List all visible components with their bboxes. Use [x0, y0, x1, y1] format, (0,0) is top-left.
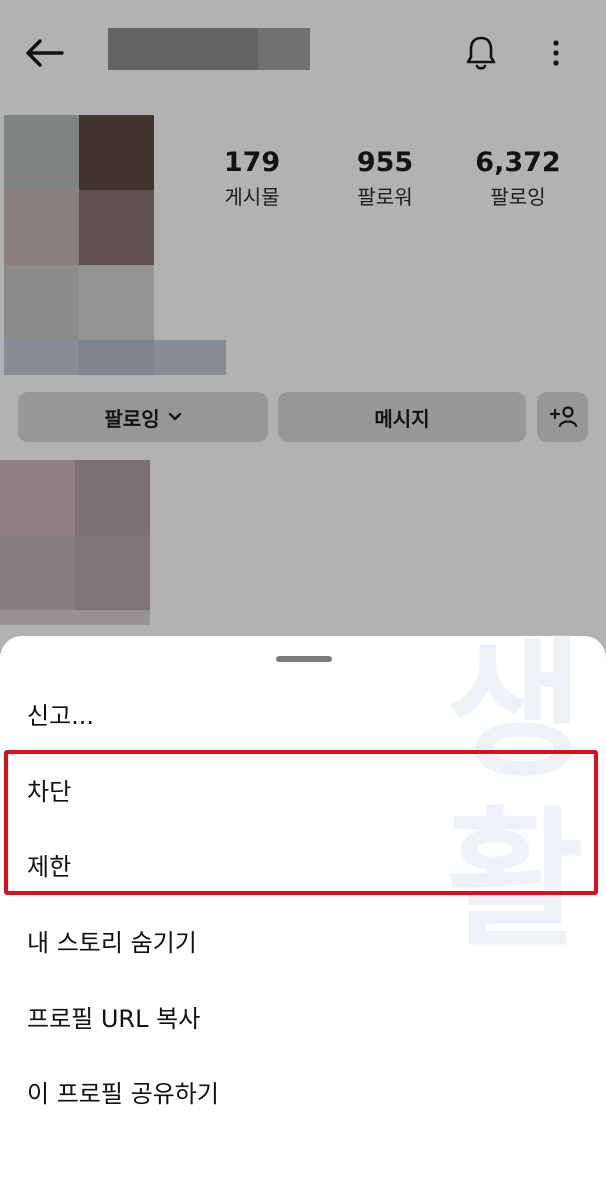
- drag-handle[interactable]: [276, 656, 332, 662]
- menu-item-hide-story[interactable]: 내 스토리 숨기기: [27, 923, 197, 963]
- highlight-box: [4, 750, 598, 895]
- menu-item-copy-profile-url[interactable]: 프로필 URL 복사: [27, 999, 200, 1039]
- menu-item-share-profile[interactable]: 이 프로필 공유하기: [27, 1074, 219, 1114]
- bottom-sheet: 생활 신고... 차단 제한 내 스토리 숨기기 프로필 URL 복사 이 프로…: [0, 626, 606, 1177]
- menu-item-report[interactable]: 신고...: [27, 696, 94, 736]
